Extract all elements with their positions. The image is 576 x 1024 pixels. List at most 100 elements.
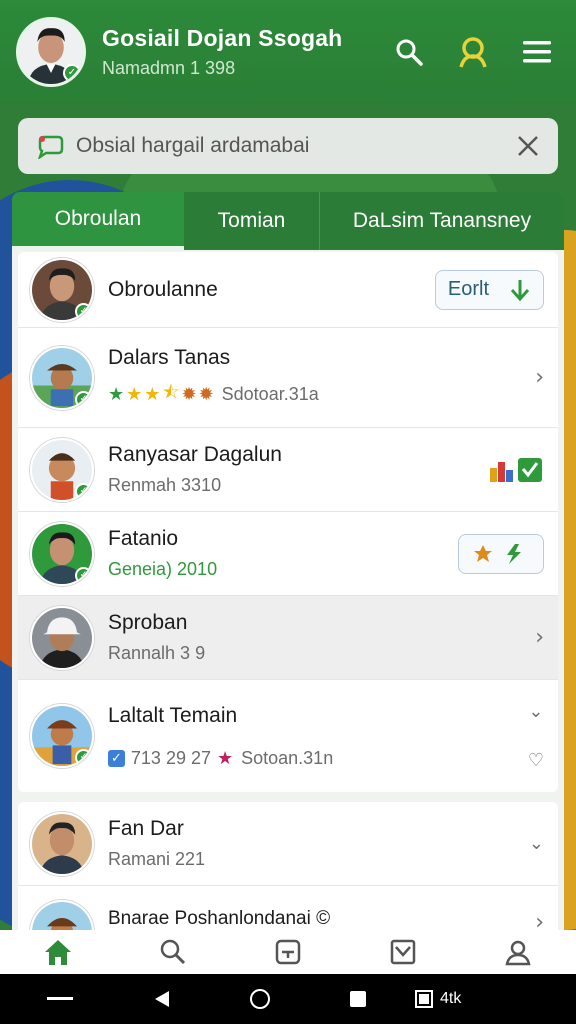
- system-extra[interactable]: 4tk: [414, 989, 461, 1009]
- system-navigation-bar: 4tk: [0, 974, 576, 1024]
- verified-badge-icon: ✓: [75, 749, 92, 766]
- chat-icon: [38, 135, 64, 159]
- tab-tomian[interactable]: Tomian: [184, 192, 320, 250]
- app-subtitle: Namadmn 1 398: [102, 58, 236, 78]
- star-icon: ★: [108, 384, 125, 404]
- tab-obroulan[interactable]: Obroulan: [12, 192, 184, 250]
- contact-name: Bnarae Poshanlondanai ©: [108, 908, 331, 929]
- bottom-navigation: [0, 930, 576, 974]
- screenshot-square-icon: [415, 990, 433, 1008]
- verified-badge-icon: ✓: [63, 64, 81, 82]
- list-item[interactable]: ✓ Ranyasar Dagalun Renmah 3310: [18, 428, 558, 512]
- recents-square-icon: [350, 991, 366, 1007]
- app-header: ✓ Gosiail Dojan Ssogah Namadmn 1 398: [0, 0, 576, 104]
- gift-bolt-icon: [474, 543, 521, 564]
- list-item[interactable]: Fan Dar Ramani 221 ⌄: [18, 802, 558, 886]
- contact-list: ✓ Obroulanne Eorlt ✓ Dalars Tanas ★ ★ ★ …: [12, 250, 564, 930]
- search-icon: [396, 39, 423, 66]
- profile-icon: [505, 940, 531, 966]
- contact-name: Obroulanne: [108, 277, 218, 301]
- contact-subtitle: Rannalh 3 9: [108, 643, 206, 663]
- checkbox-icon: ✓: [108, 749, 125, 767]
- contact-name: Sproban: [108, 611, 188, 634]
- nav-home[interactable]: [28, 930, 88, 974]
- list-item[interactable]: ✓ Dalars Tanas ★ ★ ★ ⯪ ✹ ✹ Sdotoar.31a ›: [18, 328, 558, 428]
- home-icon: [44, 940, 71, 965]
- search-bar: [18, 118, 558, 174]
- home-circle-icon: [250, 989, 270, 1009]
- nav-profile[interactable]: [488, 930, 548, 974]
- contact-subtitle: Renmah 3310: [108, 475, 222, 495]
- list-item[interactable]: Sproban Rannalh 3 9 ›: [18, 596, 558, 680]
- list-card: ✓ Obroulanne Eorlt ✓ Dalars Tanas ★ ★ ★ …: [18, 252, 558, 792]
- avatar: ✓: [30, 437, 94, 502]
- action-button[interactable]: [458, 533, 544, 574]
- star-icon: ★: [144, 384, 161, 404]
- chevron-down-icon[interactable]: ⌄: [529, 833, 544, 854]
- count-text: 713 29 27: [130, 747, 211, 768]
- list-item[interactable]: ✓ Laltalt Temain ✓ 713 29 27 ★ Sotoan.31…: [18, 680, 558, 792]
- verified-badge-icon: ✓: [75, 390, 92, 408]
- system-recents-button[interactable]: [328, 990, 388, 1008]
- download-arrow-icon: [510, 279, 530, 301]
- badge-icon: ✹: [198, 384, 214, 404]
- chevron-right-icon[interactable]: ›: [535, 365, 544, 390]
- verified-badge-icon: ✓: [75, 302, 92, 320]
- search-icon: [160, 939, 185, 965]
- nav-mail[interactable]: [373, 930, 433, 974]
- menu-icon: [523, 41, 551, 63]
- contact-name: Fan Dar: [108, 817, 184, 840]
- heart-chevron-icon[interactable]: ♡: [528, 750, 544, 771]
- search-button[interactable]: [386, 29, 432, 75]
- avatar: [30, 900, 94, 930]
- menu-button[interactable]: [514, 29, 560, 75]
- user-avatar[interactable]: ✓: [16, 17, 86, 87]
- tab-dalsim-tanansney[interactable]: DaLsim Tanansney: [320, 192, 564, 250]
- system-home-button[interactable]: [230, 988, 290, 1010]
- nav-inbox[interactable]: [258, 930, 318, 974]
- stats-meta: Sotoan.31n: [241, 747, 334, 768]
- system-back-button[interactable]: [132, 989, 192, 1009]
- app-title: Gosiail Dojan Ssogah: [102, 25, 343, 51]
- avatar: [30, 605, 94, 670]
- rating-meta: Sdotoar.31a: [221, 384, 319, 404]
- back-triangle-icon: [155, 991, 169, 1007]
- search-input[interactable]: [76, 134, 516, 158]
- avatar: ✓: [30, 704, 94, 768]
- dash-icon: [47, 997, 73, 1000]
- apps-check-icon[interactable]: [488, 454, 544, 486]
- avatar: ✓: [30, 257, 94, 322]
- verified-badge-icon: ✓: [75, 566, 92, 584]
- half-star-icon: ⯪: [162, 381, 180, 402]
- system-menu-button[interactable]: [30, 996, 90, 1002]
- close-icon[interactable]: [516, 134, 540, 158]
- list-item[interactable]: ✓ Obroulanne Eorlt: [18, 252, 558, 328]
- avatar: ✓: [30, 521, 94, 586]
- inbox-icon: [275, 939, 301, 965]
- rating-row: ★ ★ ★ ⯪ ✹ ✹ Sdotoar.31a: [108, 380, 535, 410]
- list-item[interactable]: ✓ Fatanio Geneia) 2010: [18, 512, 558, 596]
- contact-subtitle: Ramani 221: [108, 849, 206, 869]
- edit-button[interactable]: Eorlt: [434, 269, 544, 310]
- profile-icon: [459, 37, 487, 68]
- contact-name: Laltalt Temain: [108, 703, 238, 727]
- avatar: [30, 811, 94, 876]
- chevron-down-icon[interactable]: ⌄: [528, 701, 543, 722]
- mail-icon: [390, 939, 416, 965]
- chevron-right-icon[interactable]: ›: [535, 900, 544, 930]
- badge-icon: ✹: [181, 384, 197, 404]
- chevron-right-icon[interactable]: ›: [535, 625, 544, 650]
- contact-subtitle: Geneia) 2010: [108, 559, 218, 579]
- nav-search[interactable]: [143, 930, 203, 974]
- list-card: Fan Dar Ramani 221 ⌄ Bnarae Poshanlondan…: [18, 802, 558, 930]
- edit-button-label: Eorlt: [447, 278, 489, 300]
- list-item[interactable]: Bnarae Poshanlondanai © ›: [18, 886, 558, 930]
- star-icon: ★: [126, 384, 143, 404]
- contact-name: Ranyasar Dagalun: [108, 443, 282, 466]
- profile-button[interactable]: [450, 29, 496, 75]
- verified-badge-icon: ✓: [75, 482, 92, 500]
- star-icon: ★: [216, 747, 234, 768]
- avatar: ✓: [30, 345, 94, 410]
- contact-name: Fatanio: [108, 527, 179, 550]
- tab-bar: Obroulan Tomian DaLsim Tanansney: [12, 192, 564, 250]
